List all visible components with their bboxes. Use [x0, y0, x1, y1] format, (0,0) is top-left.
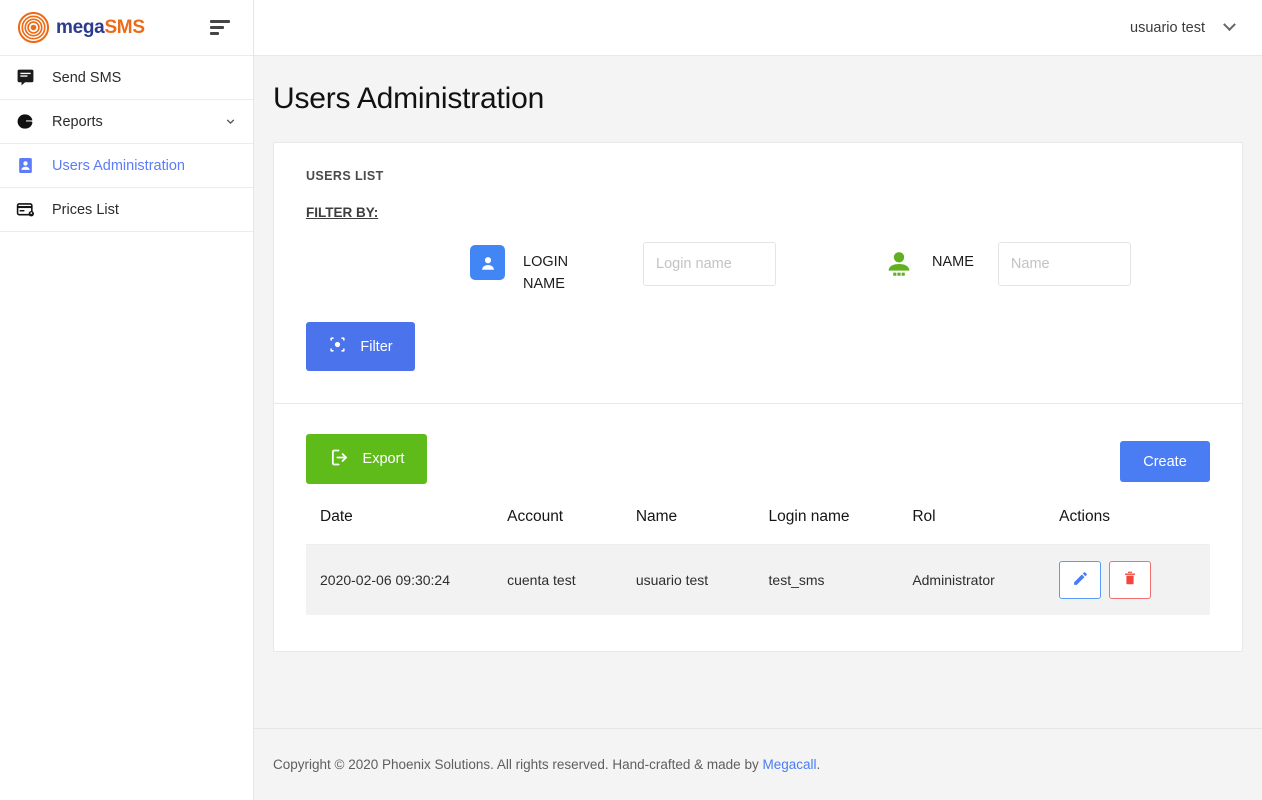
sort-line-2 [210, 26, 224, 29]
chevron-down-icon [1223, 18, 1236, 31]
chevron-down-icon[interactable] [223, 115, 237, 129]
sort-line-3 [210, 32, 219, 35]
sidebar-item-label: Users Administration [52, 158, 185, 174]
footer-copyright: Copyright © 2020 Phoenix Solutions. All … [273, 757, 820, 772]
users-list-label: USERS LIST [306, 169, 1210, 183]
cell-rol: Administrator [912, 545, 1059, 615]
filter-fields-row: LOGIN NAME [470, 220, 1210, 296]
pie-chart-icon [16, 112, 42, 131]
edit-row-button[interactable] [1059, 561, 1101, 599]
app-root: megaSMS Send SMS [0, 0, 1262, 800]
group-person-icon [880, 245, 918, 283]
users-table: Date Account Name Login name Rol Actions… [306, 502, 1210, 615]
filter-button[interactable]: Filter [306, 322, 415, 371]
export-button-label: Export [363, 451, 405, 467]
column-header-actions: Actions [1059, 502, 1210, 545]
sidebar-item-label: Prices List [52, 202, 119, 218]
cell-login-name: test_sms [769, 545, 913, 615]
export-arrow-icon [329, 447, 350, 472]
footer-text-before: Copyright © 2020 Phoenix Solutions. All … [273, 757, 762, 772]
filter-field-label: LOGIN NAME [523, 242, 585, 296]
column-header-name: Name [636, 502, 769, 545]
filter-by-label: FILTER BY: [306, 205, 1210, 220]
sidebar-item-label: Send SMS [52, 70, 121, 86]
column-header-rol: Rol [912, 502, 1059, 545]
concentric-circles-logo [18, 12, 49, 43]
page-content: Users Administration USERS LIST FILTER B… [254, 56, 1262, 728]
create-button-label: Create [1143, 454, 1187, 470]
table-header-row: Date Account Name Login name Rol Actions [306, 502, 1210, 545]
create-button[interactable]: Create [1120, 441, 1210, 482]
table-row: 2020-02-06 09:30:24 cuenta test usuario … [306, 545, 1210, 615]
sidebar: megaSMS Send SMS [0, 0, 254, 800]
brand-row: megaSMS [0, 0, 253, 56]
column-header-login-name: Login name [769, 502, 913, 545]
account-box-icon [470, 245, 505, 280]
topbar: usuario test [254, 0, 1262, 56]
filter-field-label: NAME [932, 242, 974, 273]
delete-row-button[interactable] [1109, 561, 1151, 599]
table-toolbar: Export Create [306, 434, 1210, 484]
table-section: Export Create Date Account Name [274, 404, 1242, 651]
filter-field-name: NAME [880, 242, 1131, 286]
filter-section: USERS LIST FILTER BY: LOGIN [274, 143, 1242, 403]
column-header-date: Date [306, 502, 507, 545]
sidebar-nav: Send SMS Reports [0, 56, 253, 232]
user-menu-label: usuario test [1130, 20, 1205, 36]
sort-line-1 [210, 20, 230, 23]
sidebar-item-reports[interactable]: Reports [0, 100, 253, 144]
price-card-pin-icon [16, 200, 42, 219]
brand-logo-link[interactable]: megaSMS [18, 12, 145, 43]
sidebar-item-prices-list[interactable]: Prices List [0, 188, 253, 232]
users-table-head: Date Account Name Login name Rol Actions [306, 502, 1210, 545]
users-table-body: 2020-02-06 09:30:24 cuenta test usuario … [306, 545, 1210, 615]
cell-date: 2020-02-06 09:30:24 [306, 545, 507, 615]
users-card: USERS LIST FILTER BY: LOGIN [273, 142, 1243, 652]
user-menu-dropdown[interactable]: usuario test [1130, 20, 1234, 36]
footer-megacall-link[interactable]: Megacall [762, 757, 816, 772]
brand-name-secondary: SMS [104, 17, 144, 38]
main-area: usuario test Users Administration USERS … [254, 0, 1262, 800]
trash-icon [1122, 570, 1138, 589]
filter-field-login-name: LOGIN NAME [470, 242, 776, 296]
chat-bubble-icon [16, 68, 42, 87]
sidebar-item-label: Reports [52, 114, 103, 130]
brand-wordmark: megaSMS [56, 18, 145, 37]
cell-actions [1059, 545, 1210, 615]
row-action-buttons [1059, 561, 1210, 599]
footer: Copyright © 2020 Phoenix Solutions. All … [254, 728, 1262, 800]
sidebar-item-send-sms[interactable]: Send SMS [0, 56, 253, 100]
sidebar-filler [0, 232, 253, 800]
filter-button-label: Filter [360, 339, 392, 355]
center-focus-icon [328, 335, 347, 358]
export-button[interactable]: Export [306, 434, 427, 484]
login-name-input[interactable] [643, 242, 776, 286]
column-header-account: Account [507, 502, 636, 545]
filter-list-icon[interactable] [209, 15, 235, 41]
name-input[interactable] [998, 242, 1131, 286]
footer-text-after: . [817, 757, 821, 772]
brand-name-primary: mega [56, 17, 104, 38]
cell-name: usuario test [636, 545, 769, 615]
contact-card-icon [16, 156, 42, 175]
filter-block: USERS LIST FILTER BY: LOGIN [274, 143, 1242, 296]
cell-account: cuenta test [507, 545, 636, 615]
sidebar-item-users-administration[interactable]: Users Administration [0, 144, 253, 188]
page-title: Users Administration [273, 82, 1243, 116]
pencil-icon [1072, 570, 1089, 590]
